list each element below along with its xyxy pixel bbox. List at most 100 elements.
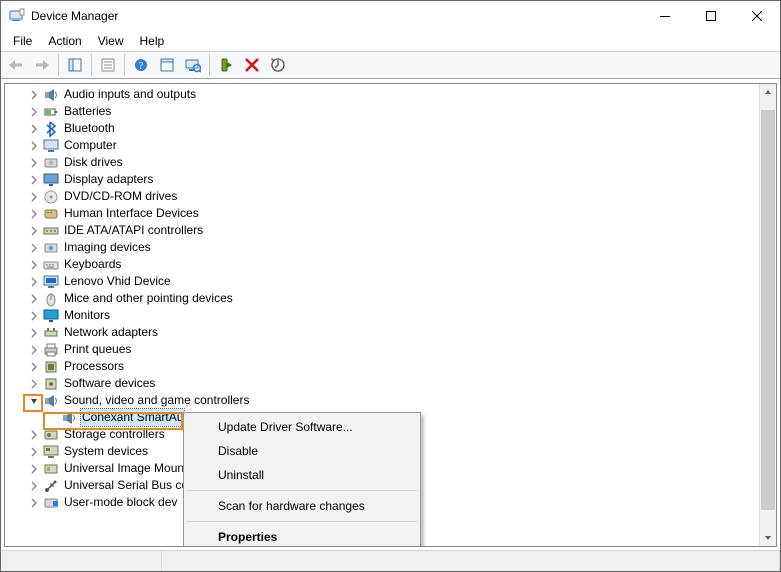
device-manager-window: Device Manager File Action View Help ? [0,0,781,572]
tree-item-label: Universal Image Moun [63,460,185,477]
chevron-right-icon[interactable] [27,258,41,272]
chevron-right-icon[interactable] [27,173,41,187]
scroll-track[interactable] [760,100,776,530]
chevron-right-icon[interactable] [27,428,41,442]
chevron-right-icon[interactable] [27,190,41,204]
maximize-button[interactable] [688,1,734,31]
ctx-properties[interactable]: Properties [186,525,418,547]
help-button[interactable]: ? [129,54,153,76]
chevron-right-icon[interactable] [27,377,41,391]
tree-item[interactable]: Software devices [5,375,760,392]
enable-button[interactable] [214,54,238,76]
chevron-right-icon[interactable] [27,309,41,323]
software-icon [43,376,59,392]
tree-item-label: Processors [63,358,125,375]
ctx-update-driver[interactable]: Update Driver Software... [186,415,418,439]
tree-item[interactable]: Lenovo Vhid Device [5,273,760,290]
scan-hardware-button[interactable] [181,54,205,76]
tree-item-label: Monitors [63,307,111,324]
chevron-right-icon[interactable] [27,156,41,170]
tree-item[interactable]: Computer [5,137,760,154]
ctx-separator [187,521,417,522]
mouse-icon [43,291,59,307]
chevron-right-icon[interactable] [27,496,41,510]
update-driver-button[interactable] [266,54,290,76]
app-icon [9,8,25,24]
tree-item-sound-expanded[interactable]: Sound, video and game controllers [5,392,760,409]
chevron-right-icon[interactable] [27,241,41,255]
tree-item[interactable]: Bluetooth [5,120,760,137]
disc-icon [43,189,59,205]
scroll-down-arrow[interactable] [760,530,776,546]
uninstall-button[interactable] [240,54,264,76]
speaker-icon [43,393,59,409]
tree-item[interactable]: Processors [5,358,760,375]
bluetooth-icon [43,121,59,137]
chevron-right-icon[interactable] [27,479,41,493]
minimize-button[interactable] [642,1,688,31]
vertical-scrollbar[interactable] [759,84,776,546]
svg-text:?: ? [139,61,144,72]
show-hide-console-tree-button[interactable] [63,54,87,76]
tree-item-label: Universal Serial Bus co [63,477,189,494]
tree-item[interactable]: Disk drives [5,154,760,171]
tree-item[interactable]: Human Interface Devices [5,205,760,222]
tree-item-label: Batteries [63,103,112,120]
tree-item[interactable]: Imaging devices [5,239,760,256]
tree-item[interactable]: Batteries [5,103,760,120]
chevron-right-icon[interactable] [27,292,41,306]
printer-icon [43,342,59,358]
titlebar: Device Manager [1,1,780,31]
tree-item[interactable]: DVD/CD-ROM drives [5,188,760,205]
scroll-up-arrow[interactable] [760,84,776,100]
tree-item[interactable]: IDE ATA/ATAPI controllers [5,222,760,239]
chevron-right-icon[interactable] [27,445,41,459]
tree-item[interactable]: Display adapters [5,171,760,188]
uim-icon [43,461,59,477]
tree-item[interactable]: Monitors [5,307,760,324]
action-panel-button[interactable] [155,54,179,76]
chevron-right-icon[interactable] [27,462,41,476]
menu-help[interactable]: Help [132,32,173,50]
system-icon [43,444,59,460]
menu-view[interactable]: View [90,32,132,50]
chevron-right-icon[interactable] [27,326,41,340]
menubar: File Action View Help [1,31,780,51]
tree-item[interactable]: Audio inputs and outputs [5,86,760,103]
ctx-scan[interactable]: Scan for hardware changes [186,494,418,518]
ctx-disable[interactable]: Disable [186,439,418,463]
tree-item-label: Lenovo Vhid Device [63,273,172,290]
menu-file[interactable]: File [5,32,40,50]
speaker-icon [43,87,59,103]
tree-item-label: Keyboards [63,256,122,273]
properties-button[interactable] [96,54,120,76]
chevron-right-icon[interactable] [27,224,41,238]
scroll-thumb[interactable] [761,110,775,510]
tree-item[interactable]: Print queues [5,341,760,358]
display-icon [43,172,59,188]
tree-item-label: Audio inputs and outputs [63,86,197,103]
back-button[interactable] [4,54,28,76]
tree-item[interactable]: Network adapters [5,324,760,341]
tree-item[interactable]: Mice and other pointing devices [5,290,760,307]
chevron-down-icon[interactable] [27,394,41,408]
chevron-right-icon[interactable] [27,139,41,153]
tree-item-label: Bluetooth [63,120,116,137]
chevron-right-icon[interactable] [27,360,41,374]
ctx-separator [187,490,417,491]
menu-action[interactable]: Action [40,32,89,50]
tree-item-label: Storage controllers [63,426,166,443]
close-button[interactable] [734,1,780,31]
forward-button[interactable] [30,54,54,76]
chevron-right-icon[interactable] [27,343,41,357]
chevron-right-icon[interactable] [27,275,41,289]
chevron-right-icon[interactable] [27,207,41,221]
chevron-right-icon[interactable] [27,105,41,119]
chevron-right-icon[interactable] [27,122,41,136]
usb-icon [43,478,59,494]
chevron-right-icon[interactable] [27,88,41,102]
monitor-icon [43,308,59,324]
toolbar: ? [1,51,780,79]
tree-item[interactable]: Keyboards [5,256,760,273]
ctx-uninstall[interactable]: Uninstall [186,463,418,487]
